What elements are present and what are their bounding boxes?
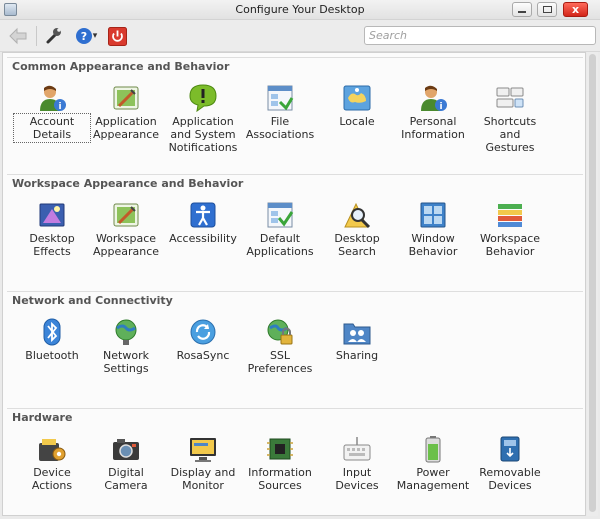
- wrench-icon: [46, 28, 61, 44]
- person-icon: i: [418, 84, 448, 112]
- item-workspace-appearance[interactable]: Workspace Appearance: [89, 201, 163, 258]
- svg-text:i: i: [58, 102, 61, 112]
- device-actions-icon: [37, 435, 67, 463]
- section-common-appearance: Common Appearance and Behavior i Account…: [7, 57, 583, 170]
- accessibility-icon: [188, 201, 218, 229]
- item-locale[interactable]: Locale: [320, 84, 394, 128]
- section-title: Common Appearance and Behavior: [12, 60, 230, 73]
- item-power-management[interactable]: Power Management: [396, 435, 470, 492]
- back-arrow-icon: [9, 27, 27, 45]
- section-title: Hardware: [12, 411, 73, 424]
- close-icon: x: [571, 3, 580, 16]
- item-accessibility[interactable]: Accessibility: [166, 201, 240, 245]
- battery-icon: [418, 435, 448, 463]
- minimize-button[interactable]: [512, 2, 532, 17]
- workspace-appearance-icon: [111, 201, 141, 229]
- toolbar: ? ▾: [0, 20, 600, 52]
- keyboard-icon: [342, 435, 372, 463]
- item-sharing[interactable]: Sharing: [320, 318, 394, 362]
- window-behavior-icon: [418, 201, 448, 229]
- svg-text:i: i: [439, 102, 442, 112]
- notification-icon: [188, 84, 218, 112]
- section-workspace-appearance: Workspace Appearance and Behavior Deskto…: [7, 174, 583, 287]
- quit-button[interactable]: [106, 25, 128, 47]
- ssl-lock-icon: [265, 318, 295, 346]
- item-bluetooth[interactable]: Bluetooth: [15, 318, 89, 362]
- section-title: Workspace Appearance and Behavior: [12, 177, 244, 190]
- help-dropdown-icon[interactable]: ▾: [93, 31, 98, 41]
- item-network-settings[interactable]: Network Settings: [89, 318, 163, 375]
- item-input-devices[interactable]: Input Devices: [320, 435, 394, 492]
- maximize-button[interactable]: [537, 2, 557, 17]
- network-globe-icon: [111, 318, 141, 346]
- removable-drive-icon: [495, 435, 525, 463]
- toolbar-separator: [36, 26, 37, 46]
- item-notifications[interactable]: Application and System Notifications: [166, 84, 240, 154]
- item-ssl-preferences[interactable]: SSL Preferences: [243, 318, 317, 375]
- shortcuts-icon: [495, 84, 525, 112]
- svg-text:?: ?: [81, 30, 87, 43]
- maximize-icon: [542, 6, 552, 13]
- section-hardware: Hardware Device Actions Digital Camera D…: [7, 408, 583, 515]
- vertical-scrollbar[interactable]: [587, 52, 598, 516]
- item-personal-information[interactable]: i Personal Information: [396, 84, 470, 141]
- locale-icon: [342, 84, 372, 112]
- help-button[interactable]: ? ▾: [72, 25, 100, 47]
- help-icon: ?: [75, 28, 92, 44]
- power-icon: [107, 26, 127, 46]
- item-digital-camera[interactable]: Digital Camera: [89, 435, 163, 492]
- back-button[interactable]: [6, 25, 30, 47]
- bluetooth-icon: [37, 318, 67, 346]
- item-device-actions[interactable]: Device Actions: [15, 435, 89, 492]
- close-button[interactable]: x: [563, 2, 588, 17]
- sharing-folder-icon: [342, 318, 372, 346]
- title-bar: Configure Your Desktop x: [0, 0, 600, 20]
- appearance-icon: [111, 84, 141, 112]
- item-account-details[interactable]: i Account Details: [13, 84, 91, 143]
- desktop-effects-icon: [37, 201, 67, 229]
- section-network: Network and Connectivity Bluetooth Netwo…: [7, 291, 583, 404]
- item-information-sources[interactable]: Information Sources: [243, 435, 317, 492]
- item-desktop-effects[interactable]: Desktop Effects: [15, 201, 89, 258]
- item-window-behavior[interactable]: Window Behavior: [396, 201, 470, 258]
- item-rosasync[interactable]: RosaSync: [166, 318, 240, 362]
- minimize-icon: [518, 10, 526, 13]
- item-default-applications[interactable]: Default Applications: [243, 201, 317, 258]
- item-shortcuts-gestures[interactable]: Shortcuts and Gestures: [473, 84, 547, 154]
- sync-icon: [188, 318, 218, 346]
- workspace-behavior-icon: [495, 201, 525, 229]
- item-application-appearance[interactable]: Application Appearance: [89, 84, 163, 141]
- configure-button[interactable]: [42, 25, 66, 47]
- camera-icon: [111, 435, 141, 463]
- chip-icon: [265, 435, 295, 463]
- desktop-search-icon: [342, 201, 372, 229]
- default-applications-icon: [265, 201, 295, 229]
- display-icon: [188, 435, 218, 463]
- item-removable-devices[interactable]: Removable Devices: [473, 435, 547, 492]
- settings-panel: Common Appearance and Behavior i Account…: [2, 52, 586, 516]
- window-title: Configure Your Desktop: [235, 3, 365, 16]
- search-input[interactable]: [364, 26, 596, 45]
- scrollbar-thumb[interactable]: [589, 54, 596, 512]
- item-display-monitor[interactable]: Display and Monitor: [166, 435, 240, 492]
- section-title: Network and Connectivity: [12, 294, 173, 307]
- file-associations-icon: [265, 84, 295, 112]
- item-desktop-search[interactable]: Desktop Search: [320, 201, 394, 258]
- item-file-associations[interactable]: File Associations: [243, 84, 317, 141]
- item-workspace-behavior[interactable]: Workspace Behavior: [473, 201, 547, 258]
- account-icon: i: [37, 84, 67, 112]
